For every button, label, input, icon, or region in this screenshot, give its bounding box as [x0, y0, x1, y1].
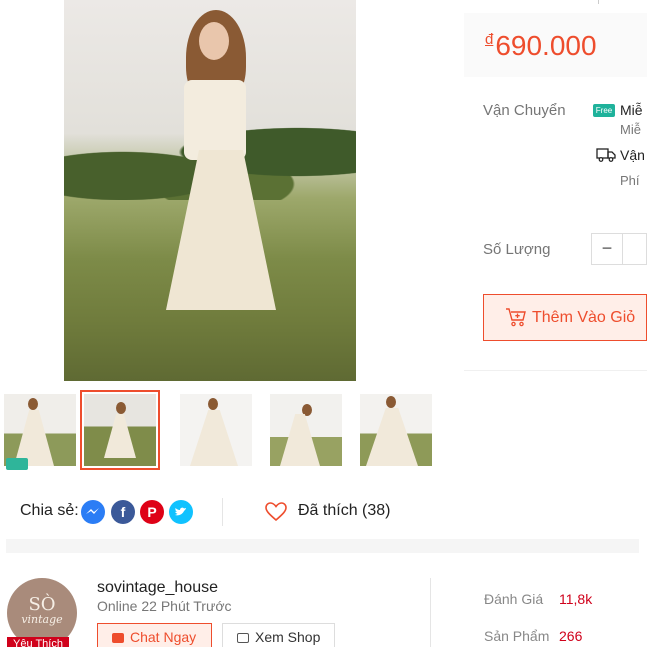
free-shipping-subtext: Miễ	[620, 122, 641, 137]
liked-count: Đã thích (38)	[298, 502, 391, 519]
shop-name: sovintage_house	[97, 579, 218, 596]
twitter-icon[interactable]	[169, 500, 193, 524]
share-divider	[222, 498, 223, 526]
pinterest-icon[interactable]: P	[140, 500, 164, 524]
model-figure	[166, 10, 294, 330]
shop-online-status: Online 22 Phút Trước	[97, 598, 232, 614]
product-price: đ690.000	[485, 30, 597, 61]
facebook-icon[interactable]: f	[111, 500, 135, 524]
thumbnail-badge	[6, 458, 28, 470]
chat-now-button[interactable]: Chat Ngay	[97, 623, 212, 647]
share-label: Chia sẻ:	[20, 502, 79, 519]
shipping-label: Vận Chuyển	[483, 102, 566, 119]
chat-icon	[112, 633, 124, 643]
free-shipping-text: Miễ	[620, 102, 643, 118]
gallery-thumbnail[interactable]	[356, 390, 436, 470]
add-to-cart-label: Thêm Vào Giỏ	[532, 309, 636, 326]
gallery-thumbnail[interactable]	[266, 390, 346, 470]
quantity-decrease-button[interactable]: −	[592, 234, 623, 264]
free-shipping-icon: Free	[593, 104, 615, 117]
favorite-shop-tag: Yêu Thích	[7, 637, 69, 647]
heart-icon[interactable]	[264, 500, 288, 524]
shop-divider	[430, 578, 431, 647]
quantity-stepper[interactable]: −	[591, 233, 647, 265]
panel-divider	[464, 370, 647, 371]
rating-label: Đánh Giá	[484, 591, 544, 607]
view-shop-button[interactable]: Xem Shop	[222, 623, 335, 647]
product-main-image[interactable]	[64, 0, 356, 381]
products-label: Sản Phẩm	[484, 628, 550, 644]
gallery-thumbnail[interactable]	[176, 390, 256, 470]
quantity-label: Số Lượng	[483, 241, 551, 258]
shipping-to-text: Vận	[620, 147, 645, 163]
price-box: đ690.000	[464, 13, 647, 77]
products-value: 266	[559, 628, 583, 644]
gallery-thumbnail-active[interactable]	[80, 390, 160, 470]
shop-logo: SÒ vintage	[21, 593, 63, 626]
cart-icon	[506, 308, 526, 327]
truck-icon	[596, 148, 616, 162]
top-divider	[598, 0, 599, 4]
rating-value: 11,8k	[559, 591, 593, 607]
shop-icon	[237, 633, 249, 643]
shipping-fee-text: Phí	[620, 173, 640, 188]
section-separator	[6, 539, 639, 553]
messenger-icon[interactable]	[81, 500, 105, 524]
